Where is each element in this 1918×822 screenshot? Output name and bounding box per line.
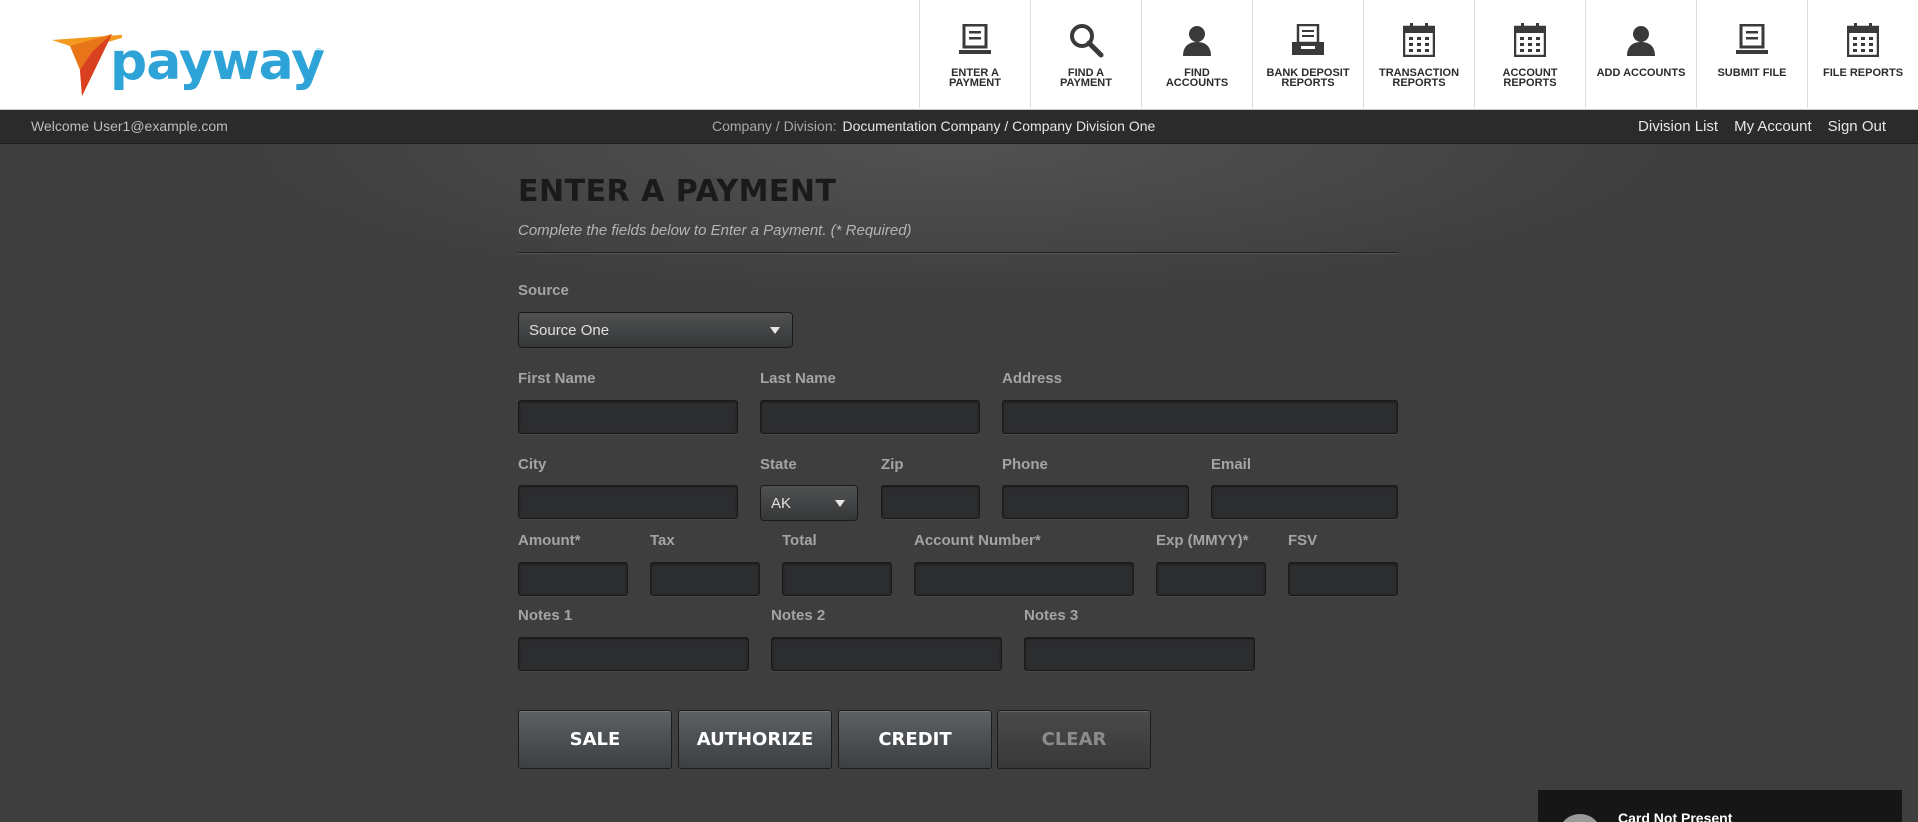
nav-account-reports[interactable]: ACCOUNT REPORTS — [1474, 0, 1585, 110]
nav-label: TRANSACTION REPORTS — [1378, 67, 1460, 89]
last-name-field[interactable] — [760, 400, 980, 434]
first-name-label: First Name — [518, 370, 596, 387]
nav-find-payment[interactable]: FIND A PAYMENT — [1030, 0, 1141, 110]
state-label: State — [760, 456, 797, 473]
amount-label: Amount* — [518, 532, 581, 549]
card-icon — [1558, 814, 1602, 822]
notes1-field[interactable] — [518, 637, 749, 671]
address-label: Address — [1002, 370, 1063, 387]
nav-transaction-reports[interactable]: TRANSACTION REPORTS — [1363, 0, 1474, 110]
exp-field[interactable] — [1156, 562, 1266, 596]
main-background — [0, 144, 1918, 344]
notes3-label: Notes 3 — [1024, 607, 1079, 624]
payway-logo[interactable]: payway ® — [52, 30, 325, 100]
account-number-label: Account Number* — [914, 532, 1041, 549]
nav-label: FIND A PAYMENT — [1060, 67, 1112, 89]
document-icon — [1734, 22, 1770, 58]
total-field[interactable] — [782, 562, 892, 596]
nav-label: FIND ACCOUNTS — [1165, 67, 1229, 89]
search-icon — [1068, 22, 1104, 58]
total-label: Total — [782, 532, 817, 549]
divider — [518, 252, 1398, 254]
status-bar: Welcome User1@example.com Company / Divi… — [0, 110, 1918, 144]
sale-button[interactable]: SALE — [518, 710, 672, 769]
zip-field[interactable] — [881, 485, 980, 519]
nav-file-reports[interactable]: FILE REPORTS — [1807, 0, 1918, 110]
email-label: Email — [1211, 456, 1252, 473]
deposit-tray-icon — [1290, 22, 1326, 58]
state-value: AK — [771, 494, 792, 512]
notes1-label: Notes 1 — [518, 607, 573, 624]
my-account-link[interactable]: My Account — [1734, 118, 1812, 135]
last-name-label: Last Name — [760, 370, 836, 387]
authorize-button[interactable]: AUTHORIZE — [678, 710, 832, 769]
user-icon — [1179, 22, 1215, 58]
account-links: Division List My Account Sign Out — [1638, 118, 1886, 135]
nav-submit-file[interactable]: SUBMIT FILE — [1696, 0, 1807, 110]
nav-enter-payment[interactable]: ENTER A PAYMENT — [919, 0, 1030, 110]
zip-label: Zip — [881, 456, 904, 473]
nav-find-accounts[interactable]: FIND ACCOUNTS — [1141, 0, 1252, 110]
notes2-field[interactable] — [771, 637, 1002, 671]
calendar-icon — [1512, 22, 1548, 58]
chevron-down-icon — [835, 500, 845, 507]
source-value: Source One — [529, 321, 610, 339]
source-label: Source — [518, 282, 569, 299]
source-select[interactable]: Source One — [518, 312, 793, 348]
card-not-present-label: Card Not Present — [1618, 810, 1733, 822]
calendar-icon — [1845, 22, 1881, 58]
company-value: Documentation Company / Company Division… — [842, 118, 1156, 134]
nav-label: ACCOUNT REPORTS — [1502, 67, 1558, 89]
account-number-field[interactable] — [914, 562, 1134, 596]
division-list-link[interactable]: Division List — [1638, 118, 1718, 135]
fsv-label: FSV — [1288, 532, 1318, 549]
notes3-field[interactable] — [1024, 637, 1255, 671]
company-division: Company / Division: Documentation Company… — [712, 118, 1155, 134]
main-nav: ENTER A PAYMENT FIND A PAYMENT FIND ACCOUNT… — [919, 0, 1918, 110]
nav-label: BANK DEPOSIT REPORTS — [1266, 67, 1350, 89]
page-subtitle: Complete the fields below to Enter a Pay… — [518, 222, 912, 239]
logo-registered-mark: ® — [314, 48, 323, 58]
phone-field[interactable] — [1002, 485, 1189, 519]
top-header: payway ® ENTER A PAYMENT FIND A PAYMENT FI… — [0, 0, 1918, 110]
chevron-down-icon — [770, 327, 780, 334]
nav-label: FILE REPORTS — [1822, 67, 1904, 79]
phone-label: Phone — [1002, 456, 1048, 473]
notes2-label: Notes 2 — [771, 607, 826, 624]
tax-label: Tax — [650, 532, 675, 549]
nav-add-accounts[interactable]: ADD ACCOUNTS — [1585, 0, 1696, 110]
first-name-field[interactable] — [518, 400, 738, 434]
tax-field[interactable] — [650, 562, 760, 596]
nav-bank-deposit-reports[interactable]: BANK DEPOSIT REPORTS — [1252, 0, 1363, 110]
exp-label: Exp (MMYY)* — [1156, 532, 1249, 549]
user-icon — [1623, 22, 1659, 58]
welcome-text: Welcome User1@example.com — [31, 118, 228, 134]
fsv-field[interactable] — [1288, 562, 1398, 596]
nav-label: ADD ACCOUNTS — [1596, 67, 1686, 79]
address-field[interactable] — [1002, 400, 1398, 434]
sign-out-link[interactable]: Sign Out — [1828, 118, 1886, 135]
amount-field[interactable] — [518, 562, 628, 596]
logo-wordmark: payway — [110, 32, 325, 92]
company-label: Company / Division: — [712, 118, 837, 134]
card-not-present-widget[interactable]: Card Not Present — [1538, 790, 1902, 822]
clear-button[interactable]: CLEAR — [997, 710, 1151, 769]
calendar-icon — [1401, 22, 1437, 58]
document-icon — [957, 22, 993, 58]
credit-button[interactable]: CREDIT — [838, 710, 992, 769]
state-select[interactable]: AK — [760, 485, 858, 521]
city-label: City — [518, 456, 547, 473]
nav-label: ENTER A PAYMENT — [949, 67, 1001, 89]
email-field[interactable] — [1211, 485, 1398, 519]
city-field[interactable] — [518, 485, 738, 519]
nav-label: SUBMIT FILE — [1717, 67, 1787, 79]
page-title: ENTER A PAYMENT — [518, 174, 837, 209]
